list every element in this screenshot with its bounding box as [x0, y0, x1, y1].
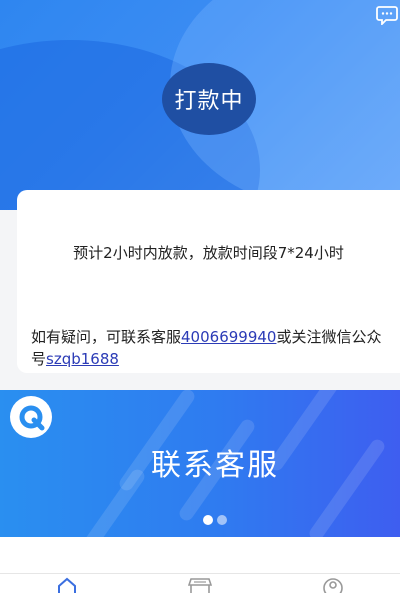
store-icon [187, 578, 212, 593]
payout-info-card: 预计2小时内放款，放款时间段7*24小时 如有疑问，可联系客服400669994… [17, 190, 400, 373]
service-phone-link[interactable]: 4006699940 [181, 328, 276, 346]
chat-button[interactable] [374, 2, 400, 28]
payout-notice: 预计2小时内放款，放款时间段7*24小时 [73, 244, 344, 262]
contact-prefix: 如有疑问，可联系客服 [31, 328, 182, 346]
contact-info: 如有疑问，可联系客服4006699940或关注微信公众号szqb1688 [31, 326, 393, 370]
contact-service-banner[interactable]: 联系客服 [0, 390, 400, 537]
status-label: 打款中 [174, 89, 244, 114]
logo-icon [19, 405, 45, 431]
content-spacer [0, 537, 400, 573]
hero-header: 打款中 [0, 0, 400, 210]
carousel-dot-active[interactable] [203, 515, 213, 525]
tab-store[interactable] [160, 574, 240, 593]
bottom-tab-bar [0, 573, 400, 593]
brand-logo [10, 396, 52, 438]
tab-profile[interactable] [293, 574, 373, 593]
carousel-dots [0, 515, 400, 525]
carousel-dot[interactable] [217, 515, 227, 525]
status-badge: 打款中 [162, 63, 256, 135]
wechat-account-link[interactable]: szqb1688 [46, 350, 119, 368]
user-icon [323, 578, 344, 593]
tab-home[interactable] [27, 574, 107, 593]
chat-icon [376, 6, 398, 25]
banner-title: 联系客服 [151, 448, 279, 483]
home-icon [57, 577, 76, 593]
